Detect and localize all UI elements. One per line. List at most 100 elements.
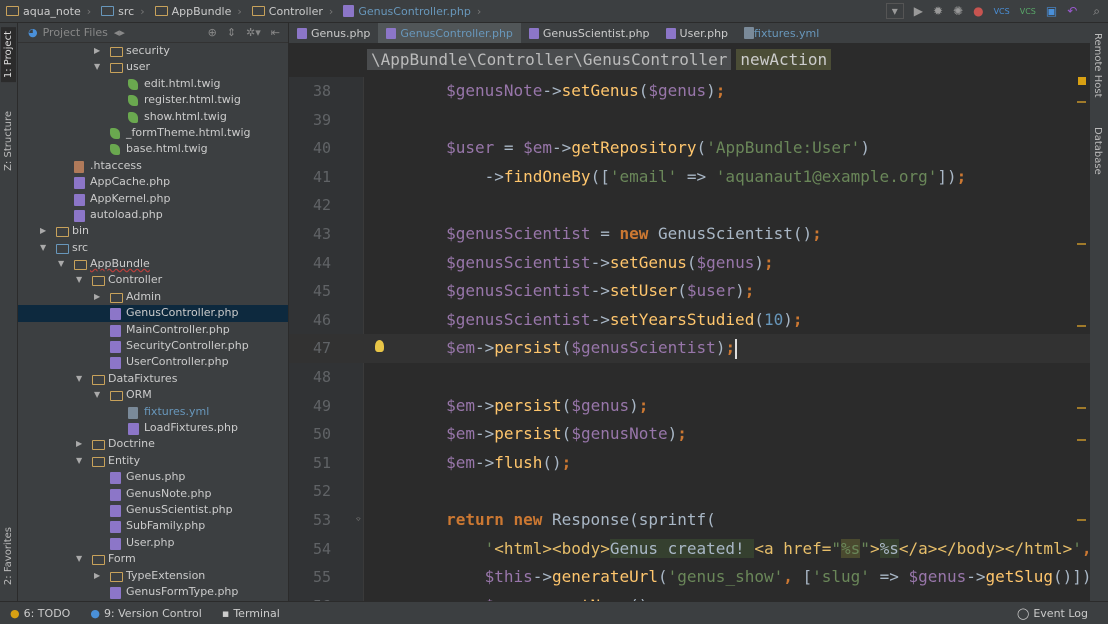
todo-tool-button[interactable]: ● 6: TODO — [10, 607, 70, 620]
tree-item[interactable]: ▼ Form — [18, 551, 288, 567]
run-config-dropdown[interactable]: ▾ — [885, 3, 904, 19]
editor-tab[interactable]: GenusScientist.php — [521, 23, 658, 43]
tree-item[interactable]: _formTheme.html.twig — [18, 125, 288, 141]
project-view-selector[interactable]: Project Files — [43, 26, 108, 39]
breadcrumb-item[interactable]: Controller › — [251, 5, 333, 18]
expand-arrow-right-icon[interactable]: ▶ — [76, 439, 82, 448]
tree-item[interactable]: UserController.php — [18, 354, 288, 370]
tree-item[interactable]: base.html.twig — [18, 141, 288, 157]
tree-item[interactable]: ▼ DataFixtures — [18, 371, 288, 387]
switch-view-icon[interactable]: ◂▸ — [114, 26, 125, 39]
favorites-tool-tab[interactable]: 2: Favorites — [1, 523, 16, 589]
vcs-update-icon[interactable]: VCS — [994, 7, 1010, 16]
tree-item[interactable]: GenusScientist.php — [18, 502, 288, 518]
debug-icon[interactable]: ✹ — [933, 4, 943, 18]
expand-arrow-down-icon[interactable]: ▼ — [40, 243, 46, 252]
event-log-button[interactable]: ◯ Event Log — [1017, 607, 1088, 620]
code-token: 'slug' — [812, 567, 870, 587]
breadcrumb-item[interactable]: AppBundle › — [154, 5, 242, 18]
tree-item[interactable]: GenusFormType.php — [18, 584, 288, 600]
tree-item[interactable]: GenusController.php — [18, 305, 288, 322]
code-line: 40 $user = $em->getRepository('AppBundle… — [289, 134, 1090, 163]
expand-arrow-right-icon[interactable]: ▶ — [94, 46, 100, 55]
inspection-status-icon — [1078, 77, 1086, 85]
tree-item[interactable]: ▼ Entity — [18, 453, 288, 469]
tree-item[interactable]: ▼ src — [18, 240, 288, 256]
expand-arrow-down-icon[interactable]: ▼ — [58, 259, 64, 268]
database-tool-tab[interactable]: Database — [1092, 127, 1103, 175]
scroll-from-source-icon[interactable]: ⊕ — [208, 26, 217, 39]
expand-arrow-down-icon[interactable]: ▼ — [94, 390, 100, 399]
code-editor[interactable]: \AppBundle\Controller\GenusController ne… — [289, 44, 1090, 601]
revert-icon[interactable]: ↶ — [1067, 4, 1077, 18]
terminal-tool-button[interactable]: ▪ Terminal — [222, 607, 280, 620]
tree-item[interactable]: show.html.twig — [18, 109, 288, 125]
expand-arrow-down-icon[interactable]: ▼ — [76, 554, 82, 563]
tree-item-label: Admin — [126, 289, 162, 303]
tree-item[interactable]: ▼ Controller — [18, 272, 288, 288]
code-token: 'aquanaut1@example.org' — [715, 166, 938, 186]
editor-tab[interactable]: Genus.php — [289, 23, 378, 43]
expand-arrow-down-icon[interactable]: ▼ — [76, 456, 82, 465]
hide-panel-icon[interactable]: ⇤ — [271, 26, 280, 39]
version-control-tool-button[interactable]: ● 9: Version Control — [90, 607, 202, 620]
tree-item[interactable]: ▼ user — [18, 59, 288, 75]
breadcrumb-item[interactable]: aqua_note › — [6, 5, 91, 18]
tree-item[interactable]: ▶ TypeExtension — [18, 568, 288, 584]
expand-arrow-right-icon[interactable]: ▶ — [94, 571, 100, 580]
search-icon[interactable]: ⌕ — [1093, 4, 1100, 19]
structure-tool-tab[interactable]: Z: Structure — [1, 107, 16, 175]
expand-arrow-down-icon[interactable]: ▼ — [76, 275, 82, 284]
editor-tab[interactable]: fixtures.yml — [736, 23, 827, 43]
code-token: -> — [532, 567, 553, 587]
remote-host-tool-tab[interactable]: Remote Host — [1092, 33, 1103, 98]
tree-item[interactable]: fixtures.yml — [18, 404, 288, 420]
tree-item[interactable]: ▶ bin — [18, 223, 288, 239]
tree-item[interactable]: ▼ ORM — [18, 387, 288, 403]
breadcrumb-item[interactable]: GenusController.php › — [343, 5, 481, 18]
tree-item[interactable]: LoadFixtures.php — [18, 420, 288, 436]
tree-item[interactable]: autoload.php — [18, 207, 288, 223]
tree-item-label: SecurityController.php — [126, 339, 249, 353]
folder-icon — [110, 391, 123, 402]
expand-arrow-down-icon[interactable]: ▼ — [76, 374, 82, 383]
tree-item[interactable]: SubFamily.php — [18, 518, 288, 534]
tree-item[interactable]: edit.html.twig — [18, 76, 288, 92]
collapse-all-icon[interactable]: ⇕ — [227, 26, 236, 39]
project-tool-tab[interactable]: 1: Project — [1, 27, 16, 83]
run-icon[interactable]: ▶ — [914, 4, 923, 18]
fold-marker-icon[interactable]: ⌔ — [355, 506, 362, 535]
tree-item[interactable]: ▼ AppBundle — [18, 256, 288, 272]
vcs-commit-icon[interactable]: VCS — [1020, 7, 1036, 16]
editor-tab[interactable]: User.php — [658, 23, 737, 43]
expand-arrow-right-icon[interactable]: ▶ — [94, 292, 100, 301]
settings-icon[interactable]: ✲▾ — [246, 26, 261, 39]
tree-item[interactable]: GenusNote.php — [18, 486, 288, 502]
stop-icon[interactable]: ● — [973, 4, 983, 18]
tree-item[interactable]: ▶ security — [18, 43, 288, 59]
tree-item-label: autoload.php — [90, 207, 163, 221]
tree-item[interactable]: User.php — [18, 535, 288, 551]
tree-item[interactable]: AppCache.php — [18, 174, 288, 190]
tree-item[interactable]: Genus.php — [18, 469, 288, 485]
tree-item[interactable]: SecurityController.php — [18, 338, 288, 354]
history-icon[interactable]: ▣ — [1046, 4, 1057, 18]
tree-item[interactable]: ▶ Admin — [18, 289, 288, 305]
tree-item[interactable]: .htaccess — [18, 158, 288, 174]
tree-item[interactable]: register.html.twig — [18, 92, 288, 108]
editor-tab[interactable]: GenusController.php — [378, 23, 521, 43]
coverage-icon[interactable]: ✺ — [953, 4, 963, 18]
expand-arrow-right-icon[interactable]: ▶ — [40, 226, 46, 235]
class-crumb[interactable]: \AppBundle\Controller\GenusController — [367, 49, 732, 70]
todo-label: 6: TODO — [23, 606, 71, 620]
expand-arrow-down-icon[interactable]: ▼ — [94, 62, 100, 71]
tree-item[interactable]: ▶ Doctrine — [18, 436, 288, 452]
code-token: </a></body></html> — [898, 538, 1073, 558]
code-token: Genus created! — [609, 538, 755, 558]
breadcrumb-item[interactable]: src › — [101, 5, 145, 18]
tree-item[interactable]: MainController.php — [18, 322, 288, 338]
method-crumb[interactable]: newAction — [736, 49, 832, 70]
tree-item-label: SubFamily.php — [126, 519, 206, 533]
tree-item[interactable]: AppKernel.php — [18, 191, 288, 207]
